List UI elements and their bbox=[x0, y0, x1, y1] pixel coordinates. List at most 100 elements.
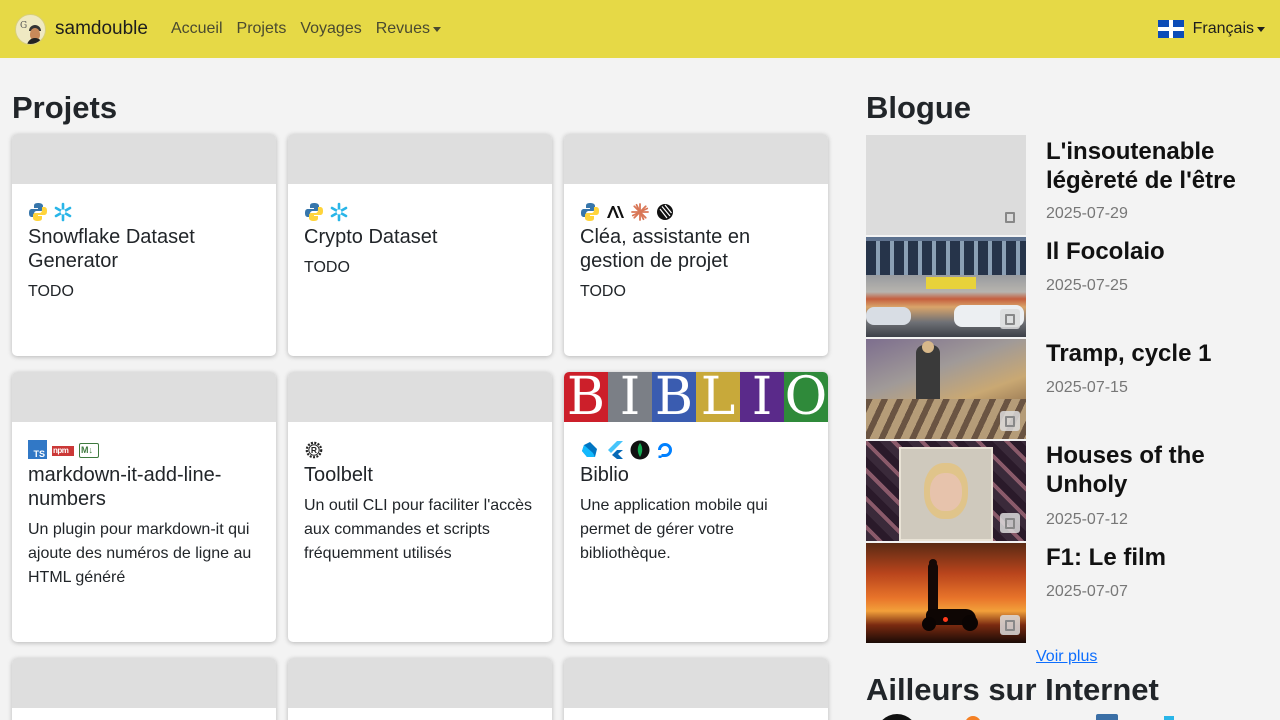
project-card[interactable] bbox=[564, 658, 828, 720]
biblio-banner-letter: I bbox=[740, 372, 784, 422]
project-image bbox=[288, 658, 552, 708]
digitalocean-icon bbox=[658, 442, 672, 458]
project-description: Une application mobile qui permet de gér… bbox=[580, 497, 768, 562]
biblio-banner-image: BIBLIO bbox=[564, 372, 828, 422]
project-title: Crypto Dataset bbox=[304, 226, 438, 248]
project-image bbox=[564, 134, 828, 184]
blog-post[interactable]: Tramp, cycle 1 2025-07-15 bbox=[866, 339, 1266, 439]
post-thumbnail bbox=[866, 543, 1026, 643]
blog-heading: Blogue bbox=[866, 90, 972, 125]
see-more-link[interactable]: Voir plus bbox=[1036, 648, 1097, 666]
project-card[interactable] bbox=[12, 658, 276, 720]
book-icon bbox=[1000, 513, 1020, 533]
svg-text:R: R bbox=[311, 445, 317, 455]
biblio-banner-letter: L bbox=[696, 372, 740, 422]
project-description: TODO bbox=[580, 283, 626, 300]
navbar: G samdouble Accueil Projets Voyages Revu… bbox=[0, 0, 1280, 58]
mongodb-icon bbox=[630, 440, 650, 459]
post-thumbnail bbox=[866, 441, 1026, 541]
post-title: Tramp, cycle 1 bbox=[1046, 340, 1212, 367]
anthropic-icon bbox=[607, 205, 624, 218]
project-card[interactable]: Crypto Dataset TODO bbox=[288, 134, 552, 356]
post-title: F1: Le film bbox=[1046, 544, 1167, 571]
language-label: Français bbox=[1192, 20, 1254, 37]
social-icon[interactable] bbox=[1164, 716, 1174, 720]
project-card[interactable]: R Toolbelt Un outil CLI pour faciliter l… bbox=[288, 372, 552, 642]
linkedin-icon[interactable] bbox=[1096, 714, 1118, 720]
project-card[interactable]: TS npm M↓ markdown-it-add-line-numbers U… bbox=[12, 372, 276, 642]
post-thumbnail bbox=[866, 339, 1026, 439]
snowflake-icon bbox=[330, 202, 348, 221]
post-date: 2025-07-15 bbox=[1046, 379, 1128, 396]
blog-post[interactable]: F1: Le film 2025-07-07 bbox=[866, 543, 1266, 643]
python-icon bbox=[29, 202, 47, 221]
project-title: Cléa, assistante en gestion de projet bbox=[580, 226, 751, 272]
post-thumbnail bbox=[866, 135, 1026, 235]
chevron-down-icon bbox=[1257, 27, 1265, 32]
project-image bbox=[12, 658, 276, 708]
project-image bbox=[564, 658, 828, 708]
nav-link-accueil[interactable]: Accueil bbox=[164, 20, 230, 38]
blog-post[interactable]: Il Focolaio 2025-07-25 bbox=[866, 237, 1266, 337]
projects-heading: Projets bbox=[12, 90, 118, 125]
npm-icon-label: npm bbox=[53, 445, 69, 455]
project-card[interactable]: Cléa, assistante en gestion de projet TO… bbox=[564, 134, 828, 356]
project-image bbox=[12, 134, 276, 184]
post-title: Il Focolaio bbox=[1046, 238, 1165, 265]
chevron-down-icon bbox=[432, 27, 441, 32]
quebec-flag-icon bbox=[1157, 20, 1184, 38]
flutter-icon bbox=[608, 440, 623, 459]
markdown-icon-label: M↓ bbox=[81, 444, 93, 455]
biblio-banner-letter: I bbox=[608, 372, 652, 422]
typescript-icon: TS bbox=[28, 440, 47, 459]
project-title: Toolbelt bbox=[304, 464, 373, 486]
openai-icon bbox=[657, 203, 673, 220]
project-image bbox=[288, 372, 552, 422]
post-date: 2025-07-25 bbox=[1046, 277, 1128, 294]
language-selector[interactable]: Français bbox=[1157, 0, 1265, 58]
project-description: Un outil CLI pour faciliter l'accès aux … bbox=[304, 497, 533, 562]
python-icon bbox=[305, 202, 323, 221]
project-description: Un plugin pour markdown-it qui ajoute de… bbox=[28, 521, 252, 586]
post-date: 2025-07-12 bbox=[1046, 511, 1128, 528]
post-date: 2025-07-07 bbox=[1046, 583, 1128, 600]
stackoverflow-icon[interactable] bbox=[965, 716, 981, 720]
markdown-icon: M↓ bbox=[79, 442, 99, 458]
project-title: Snowflake Dataset Generator bbox=[28, 226, 195, 272]
nav-link-voyages[interactable]: Voyages bbox=[293, 20, 368, 38]
nav-links: Accueil Projets Voyages Revues bbox=[164, 20, 448, 38]
post-date: 2025-07-29 bbox=[1046, 205, 1128, 222]
book-icon bbox=[1000, 207, 1020, 227]
nav-link-projets[interactable]: Projets bbox=[230, 20, 294, 38]
project-description: TODO bbox=[28, 283, 74, 300]
post-thumbnail bbox=[866, 237, 1026, 337]
project-card[interactable]: Snowflake Dataset Generator TODO bbox=[12, 134, 276, 356]
elsewhere-heading: Ailleurs sur Internet bbox=[866, 672, 1159, 707]
biblio-banner-letter: B bbox=[564, 372, 608, 422]
rust-icon: R bbox=[305, 441, 323, 458]
claude-icon bbox=[631, 202, 649, 221]
dart-icon bbox=[582, 441, 597, 457]
python-icon bbox=[581, 202, 599, 221]
nav-dropdown-revues-label: Revues bbox=[375, 20, 430, 37]
project-title: markdown-it-add-line-numbers bbox=[28, 464, 222, 510]
snowflake-icon bbox=[54, 202, 72, 221]
blog-post[interactable]: Houses of the Unholy 2025-07-12 bbox=[866, 441, 1266, 541]
blog-post[interactable]: L'insoutenable légèreté de l'être 2025-0… bbox=[866, 135, 1266, 235]
project-card[interactable] bbox=[288, 658, 552, 720]
post-title: Houses of the Unholy bbox=[1046, 442, 1205, 498]
project-description: TODO bbox=[304, 259, 350, 276]
npm-icon: npm bbox=[52, 445, 74, 456]
project-image bbox=[288, 134, 552, 184]
biblio-banner-letter: O bbox=[784, 372, 828, 422]
github-icon[interactable] bbox=[876, 714, 918, 720]
project-title: Biblio bbox=[580, 464, 629, 486]
project-image bbox=[12, 372, 276, 422]
nav-dropdown-revues[interactable]: Revues bbox=[369, 20, 448, 38]
brand-link[interactable]: G samdouble bbox=[15, 13, 148, 45]
project-card[interactable]: BIBLIO Biblio Une application mobile qui… bbox=[564, 372, 828, 642]
book-icon bbox=[1000, 411, 1020, 431]
image-icon bbox=[1000, 309, 1020, 329]
biblio-banner-letter: B bbox=[652, 372, 696, 422]
typescript-icon-label: TS bbox=[33, 449, 45, 459]
